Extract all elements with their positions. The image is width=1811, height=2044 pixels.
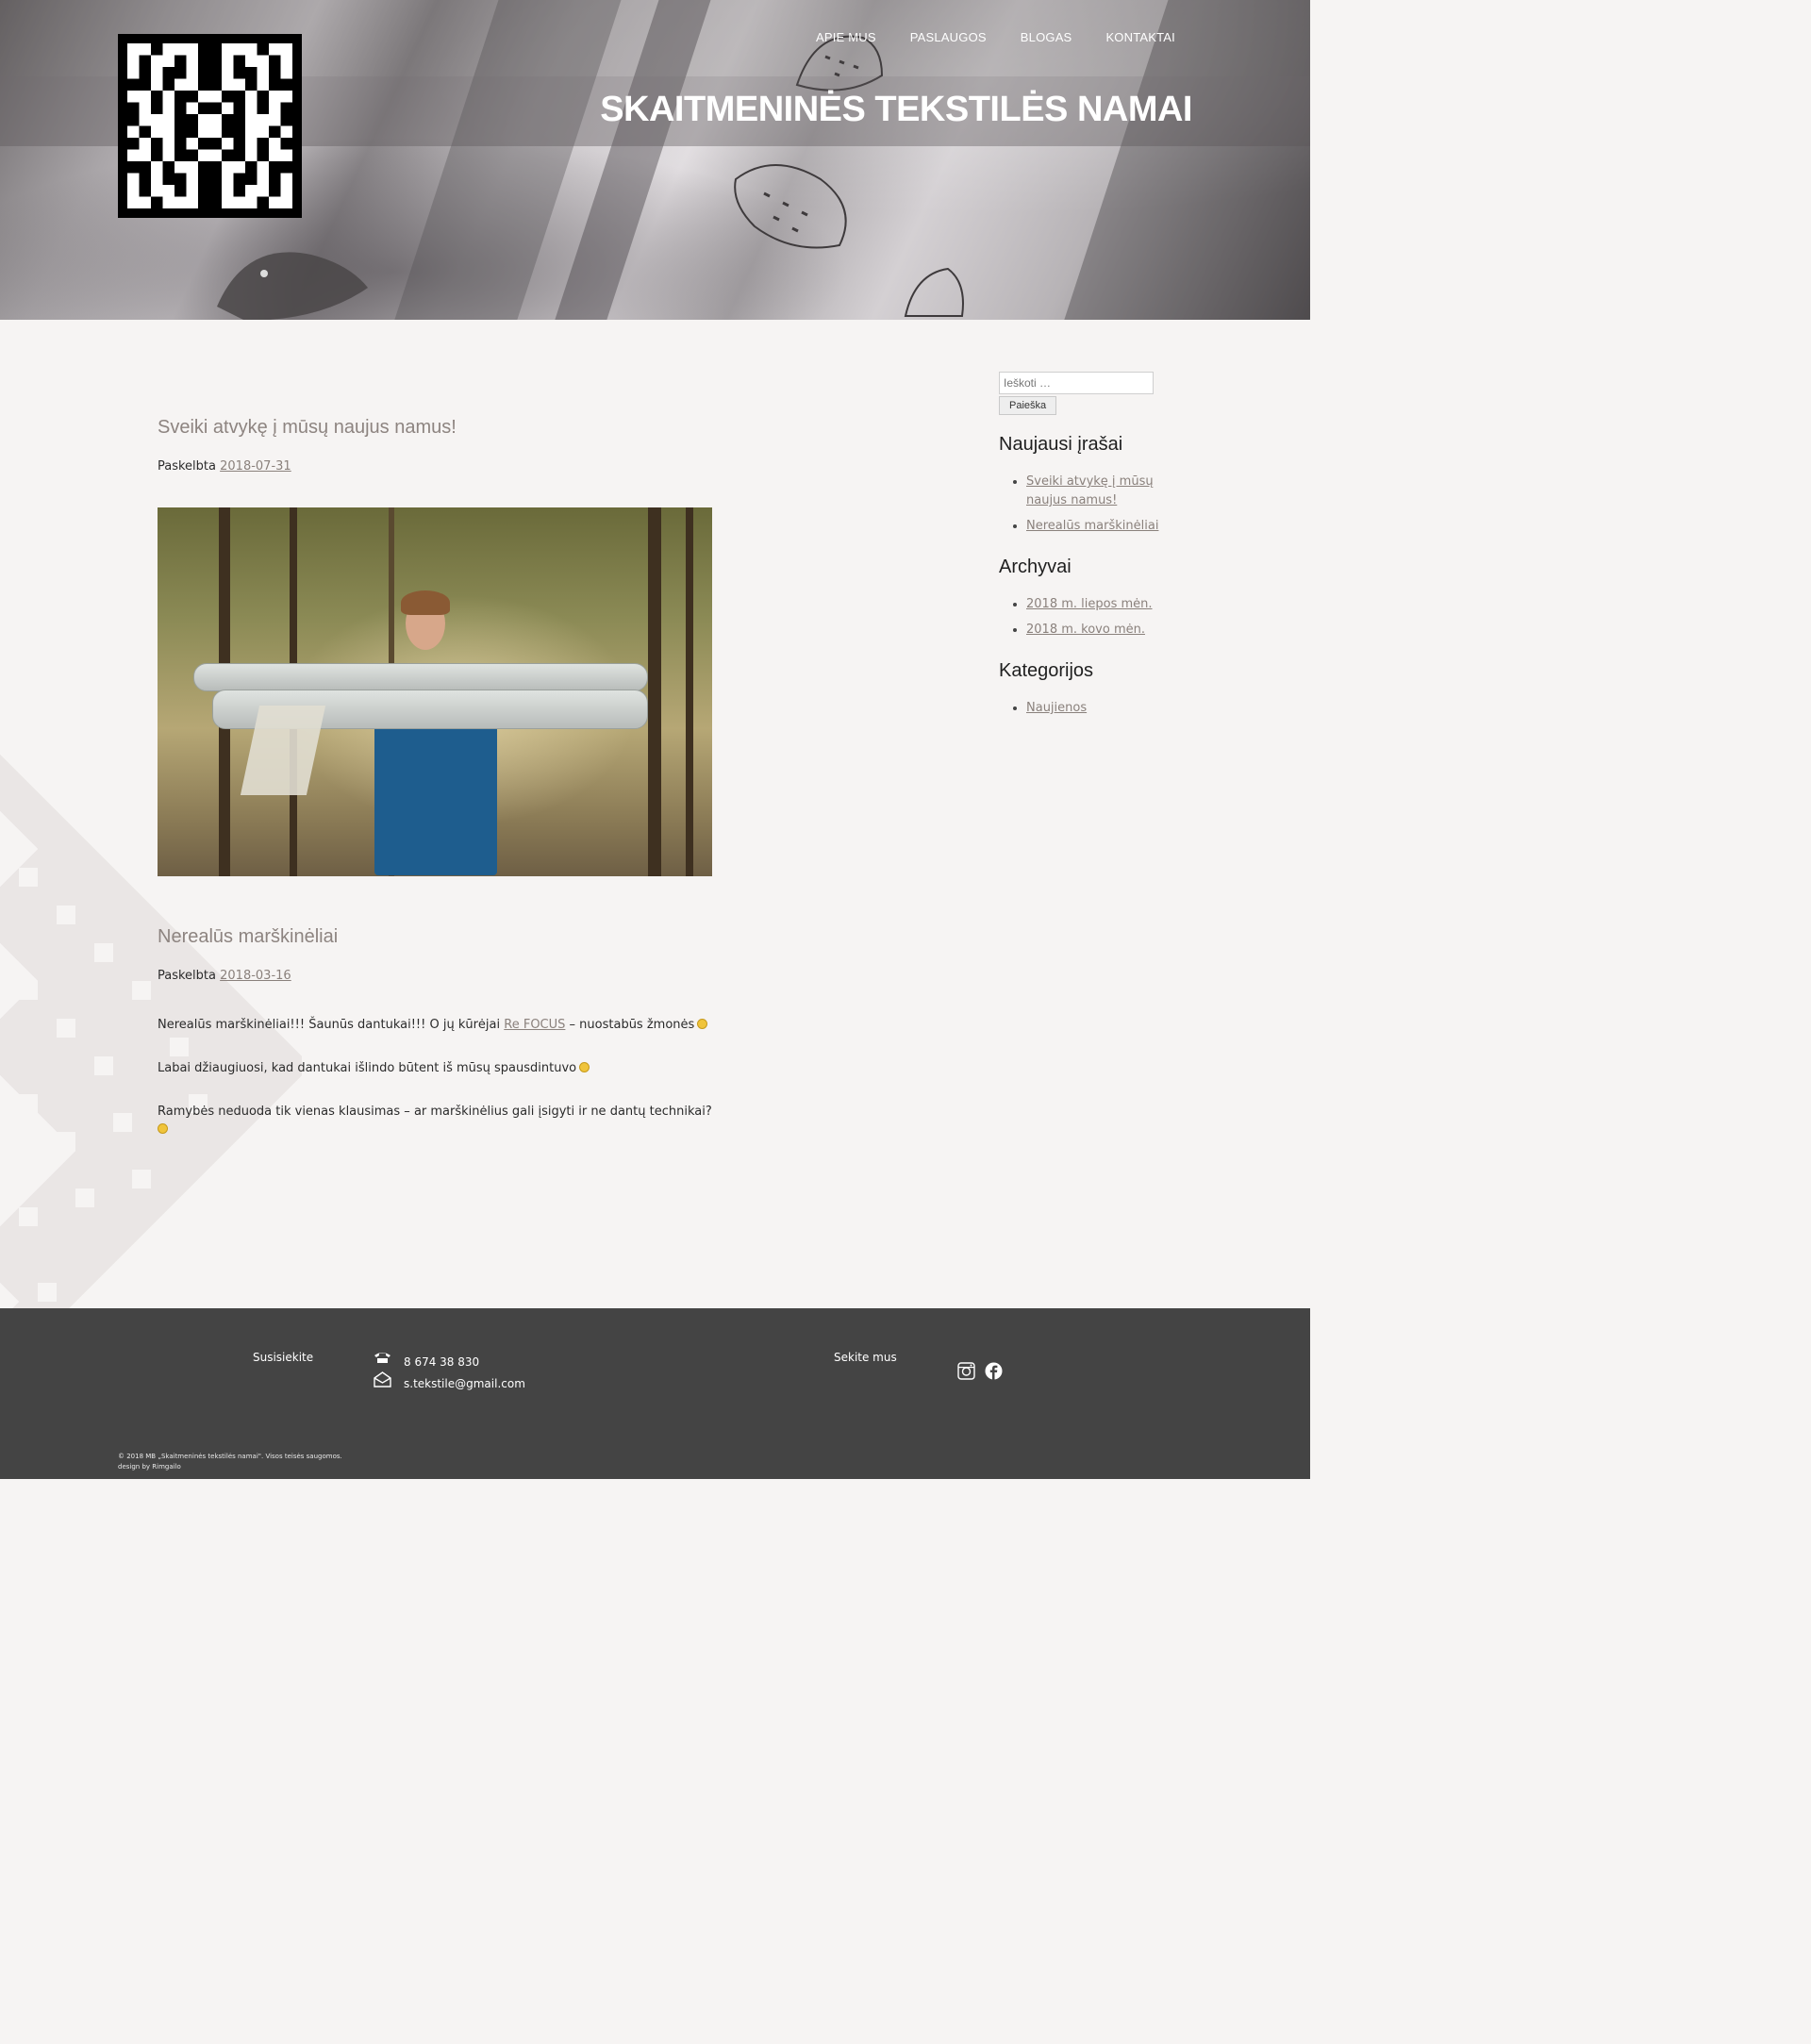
recent-post-link[interactable]: Sveiki atvykę į mūsų naujus namus!: [1026, 474, 1154, 507]
post-meta: Paskelbta 2018-07-31: [158, 459, 723, 474]
paragraph-text: Ramybės neduoda tik vienas klausimas – a…: [158, 1105, 712, 1119]
instagram-icon[interactable]: [957, 1362, 975, 1380]
laughing-emoji-icon: [697, 1019, 708, 1029]
post-paragraph: Ramybės neduoda tik vienas klausimas – a…: [158, 1103, 714, 1138]
smile-emoji-icon: [579, 1062, 590, 1072]
search-input[interactable]: [999, 372, 1154, 394]
main-nav: APIE MUS PASLAUGOS BLOGAS KONTAKTAI: [816, 30, 1175, 44]
recent-post-link[interactable]: Nerealūs marškinėliai: [1026, 519, 1158, 533]
bird-drawing-icon: [734, 164, 847, 249]
post-article: Sveiki atvykę į mūsų naujus namus! Paske…: [158, 417, 723, 474]
sidebar: Paieška Naujausi įrašai Sveiki atvykę į …: [999, 372, 1169, 724]
paragraph-text: Labai džiaugiuosi, kad dantukai išlindo …: [158, 1061, 577, 1075]
archives-widget: Archyvai 2018 m. liepos mėn. 2018 m. kov…: [999, 557, 1169, 640]
phone-icon: [374, 1353, 390, 1363]
follow-label: Sekite mus: [834, 1351, 897, 1364]
post-meta-label: Paskelbta: [158, 459, 216, 474]
list-item: 2018 m. liepos mėn.: [1026, 595, 1169, 614]
list-item: 2018 m. kovo mėn.: [1026, 621, 1169, 640]
widget-title: Archyvai: [999, 557, 1072, 577]
post-title[interactable]: Nerealūs marškinėliai: [158, 926, 723, 948]
archive-link[interactable]: 2018 m. liepos mėn.: [1026, 597, 1153, 611]
site-header: APIE MUS PASLAUGOS BLOGAS KONTAKTAI SKAI…: [0, 0, 1310, 320]
nav-paslaugos[interactable]: PASLAUGOS: [910, 30, 987, 44]
site-title[interactable]: SKAITMENINĖS TEKSTILĖS NAMAI: [600, 90, 1192, 130]
post-featured-image: [158, 507, 712, 876]
laughing-emoji-icon: [158, 1123, 168, 1134]
refocus-link[interactable]: Re FOCUS: [504, 1018, 565, 1032]
category-link[interactable]: Naujienos: [1026, 701, 1087, 715]
email-address[interactable]: s.tekstile@gmail.com: [404, 1377, 525, 1390]
list-item: Sveiki atvykę į mūsų naujus namus!: [1026, 473, 1169, 510]
post-article: Nerealūs marškinėliai Paskelbta 2018-03-…: [158, 926, 723, 1164]
categories-widget: Kategorijos Naujienos: [999, 660, 1169, 718]
post-paragraph: Nerealūs marškinėliai!!! Šaunūs dantukai…: [158, 1016, 723, 1034]
list-item: Naujienos: [1026, 699, 1169, 718]
nav-kontaktai[interactable]: KONTAKTAI: [1105, 30, 1175, 44]
archive-link[interactable]: 2018 m. kovo mėn.: [1026, 623, 1145, 637]
widget-title: Naujausi įrašai: [999, 434, 1123, 455]
contact-label: Susisiekite: [253, 1351, 314, 1364]
phone-number[interactable]: 8 674 38 830: [404, 1355, 479, 1369]
post-meta: Paskelbta 2018-03-16: [158, 969, 723, 983]
post-date-link[interactable]: 2018-03-16: [220, 969, 291, 983]
facebook-icon[interactable]: [985, 1362, 1003, 1380]
nav-blogas[interactable]: BLOGAS: [1021, 30, 1072, 44]
post-meta-label: Paskelbta: [158, 969, 216, 983]
site-footer: Susisiekite 8 674 38 830 s.tekstile@gmai…: [0, 1308, 1310, 1479]
folk-pattern-logo-icon: [127, 43, 292, 208]
nav-apie-mus[interactable]: APIE MUS: [816, 30, 876, 44]
envelope-icon: [374, 1371, 391, 1388]
design-credit: design by Rimgailo: [118, 1463, 181, 1471]
widget-title: Kategorijos: [999, 660, 1094, 681]
copyright-text: © 2018 MB „Skaitmeninės tekstilės namai"…: [118, 1453, 342, 1460]
search-button[interactable]: Paieška: [999, 396, 1057, 415]
bird-drawing-icon: [217, 252, 368, 320]
paragraph-text: – nuostabūs žmonės: [565, 1018, 695, 1032]
recent-posts-widget: Naujausi įrašai Sveiki atvykę į mūsų nau…: [999, 434, 1169, 536]
paragraph-text: Nerealūs marškinėliai!!! Šaunūs dantukai…: [158, 1018, 505, 1032]
site-logo[interactable]: [118, 34, 302, 218]
bird-drawing-icon: [904, 267, 964, 317]
list-item: Nerealūs marškinėliai: [1026, 517, 1169, 536]
search-form: Paieška: [999, 372, 1169, 415]
post-paragraph: Labai džiaugiuosi, kad dantukai išlindo …: [158, 1059, 723, 1077]
post-title[interactable]: Sveiki atvykę į mūsų naujus namus!: [158, 417, 723, 439]
post-date-link[interactable]: 2018-07-31: [220, 459, 291, 474]
